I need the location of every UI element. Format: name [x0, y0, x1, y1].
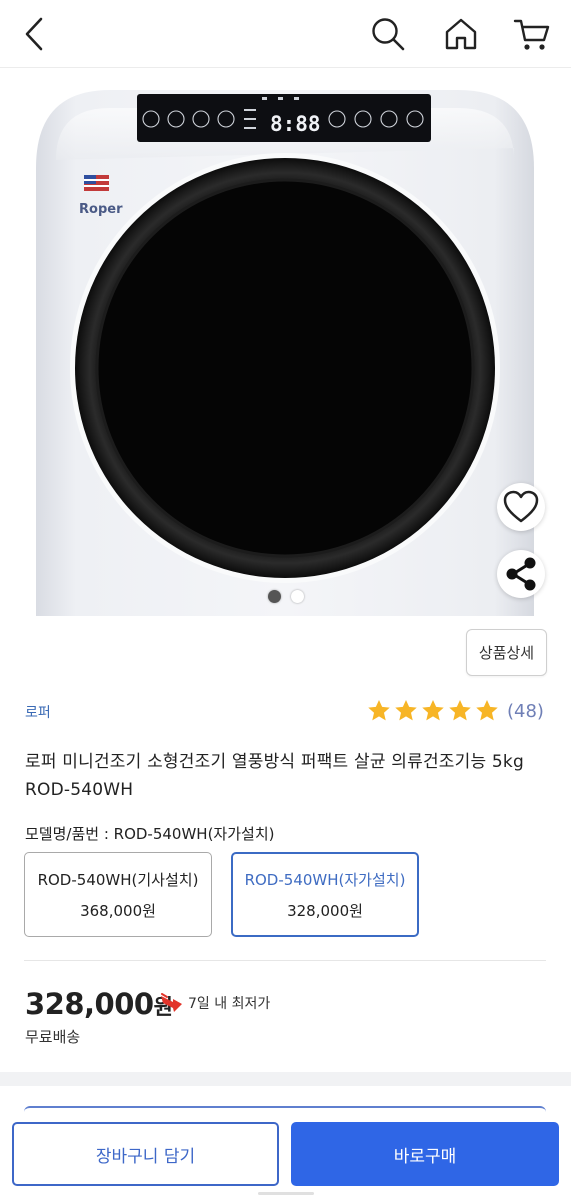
top-app-bar — [0, 0, 571, 68]
carousel-indicator — [0, 590, 571, 603]
model-label: 모델명/품번 : ROD-540WH(자가설치) — [25, 825, 275, 843]
rating[interactable]: (48) — [366, 698, 544, 724]
star-icon — [422, 699, 444, 721]
search-button[interactable] — [364, 10, 412, 58]
option-price: 328,000원 — [287, 901, 363, 920]
share-icon — [506, 557, 536, 591]
home-indicator — [258, 1192, 314, 1195]
lowest-price-text: 7일 내 최저가 — [188, 996, 271, 1012]
divider — [24, 960, 546, 961]
wishlist-button[interactable] — [497, 483, 545, 531]
mini-dryer-photo: 8:88 Roper — [36, 90, 534, 616]
carousel-dot-active[interactable] — [267, 590, 281, 603]
pointing-hand-icon — [161, 993, 182, 1012]
option-price: 368,000원 — [80, 901, 156, 920]
add-to-cart-button[interactable]: 장바구니 담기 — [12, 1122, 279, 1186]
section-separator — [0, 1072, 571, 1086]
review-count[interactable]: (48) — [507, 701, 544, 722]
sale-price: 328,000원 — [25, 987, 173, 1021]
buy-now-button[interactable]: 바로구매 — [291, 1122, 559, 1186]
star-icon — [368, 699, 390, 721]
home-icon — [445, 18, 477, 50]
back-button[interactable] — [10, 10, 58, 58]
option-name: ROD-540WH(자가설치) — [244, 870, 406, 889]
carousel-dot[interactable] — [290, 590, 304, 603]
brand-link[interactable]: 로퍼 — [25, 702, 51, 722]
home-button[interactable] — [437, 10, 485, 58]
star-icon — [395, 699, 417, 721]
cart-icon — [513, 19, 550, 50]
option-card-installation[interactable]: ROD-540WH(기사설치) 368,000원 — [24, 852, 212, 937]
share-button[interactable] — [497, 550, 545, 598]
product-image-carousel[interactable]: 8:88 Roper — [0, 68, 571, 618]
star-icon — [449, 699, 471, 721]
shipping-info: 무료배송 — [25, 1028, 81, 1046]
cart-button[interactable] — [508, 10, 556, 58]
heart-icon — [503, 490, 539, 523]
collapsed-panel-edge — [24, 1106, 546, 1112]
chevron-left-icon — [25, 17, 43, 51]
option-name: ROD-540WH(기사설치) — [37, 870, 199, 889]
search-icon — [372, 18, 405, 51]
product-title: 로퍼 미니건조기 소형건조기 열풍방식 퍼팩트 살균 의류건조기능 5kg RO… — [25, 752, 524, 800]
svg-text:8:88: 8:88 — [270, 112, 321, 136]
option-card-self-install[interactable]: ROD-540WH(자가설치) 328,000원 — [231, 852, 419, 937]
star-icon — [476, 699, 498, 721]
price-number: 328,000 — [25, 987, 154, 1021]
product-detail-button[interactable]: 상품상세 — [466, 629, 547, 676]
svg-text:Roper: Roper — [79, 202, 123, 217]
lowest-price-badge: 7일 내 최저가 — [160, 993, 270, 1013]
